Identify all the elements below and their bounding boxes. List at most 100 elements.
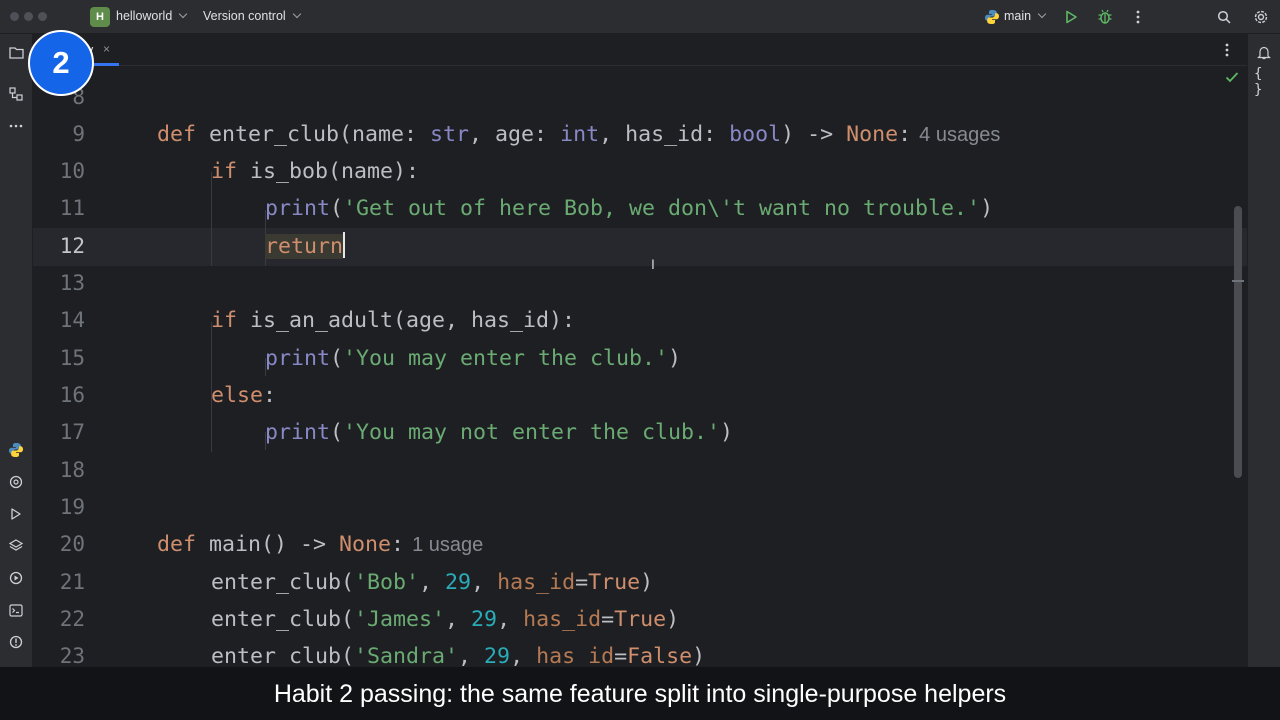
code-text: def main() -> None: 1 usage [157,526,483,564]
code-token: ) [980,196,994,221]
project-badge[interactable]: H [90,7,110,27]
code-token: : [391,532,405,557]
code-line: 12 return [33,228,1247,265]
project-folder-icon[interactable] [6,42,26,62]
usage-hint[interactable]: 4 usages [919,124,1000,146]
string-literal: 'You may enter the club.' [343,346,669,371]
builtin-type: bool [729,122,782,147]
more-icon[interactable] [1128,7,1148,27]
window-close-button[interactable] [10,12,19,21]
code-token: ( [330,420,344,445]
code-token: is_an_adult(age, has_id): [237,308,576,333]
close-icon[interactable]: × [103,42,110,56]
code-text: print('You may not enter the club.') [265,414,733,451]
code-token: ) [640,570,654,595]
line-number: 18 [59,458,85,482]
code-token: ) [720,420,734,445]
usage-hint[interactable]: 1 usage [412,534,483,556]
vcs-selector[interactable]: Version control [203,9,301,23]
builtin-function: print [265,196,331,221]
debug-icon[interactable] [1095,7,1115,27]
json-braces-icon[interactable]: { } [1254,66,1274,98]
code-line: 10 if is_bob(name): [33,153,1247,190]
code-line: 23 enter_club('Sandra', 29, has_id=False… [33,638,1247,667]
window-zoom-button[interactable] [38,12,47,21]
code-token: , [510,644,537,667]
run-icon[interactable] [1061,7,1081,27]
line-number: 19 [59,495,85,519]
line-number: 15 [59,346,85,370]
run-tool-icon[interactable] [6,504,26,524]
string-literal: 'You may not enter the club.' [343,420,721,445]
named-argument: has_id [536,644,615,667]
string-literal: 'Sandra' [354,644,459,667]
code-token: , [419,570,446,595]
problems-icon[interactable] [6,632,26,652]
line-number: 12 [59,234,85,258]
python-console-icon[interactable] [6,440,26,460]
structure-icon[interactable] [6,84,26,104]
code-line: 20 def main() -> None: 1 usage [33,526,1247,563]
code-line: 19 [33,489,1247,526]
layers-icon[interactable] [6,536,26,556]
code-line: 21 enter_club('Bob', 29, has_id=True) [33,564,1247,601]
search-icon[interactable] [1214,7,1234,27]
editor-tab-bar: y × [33,34,1247,66]
window-minimize-button[interactable] [24,12,33,21]
line-number: 10 [59,159,85,183]
code-line: 8 [33,79,1247,116]
line-number: 16 [59,383,85,407]
code-token: ) [692,644,706,667]
keyword: def [157,122,197,147]
code-editor[interactable]: 8 9 def enter_club(name: str, age: int, … [33,66,1247,667]
step-number-badge: 2 [28,30,94,96]
branch-selector[interactable]: main [1004,9,1047,23]
code-token: , [497,607,524,632]
tab-options-icon[interactable] [1217,40,1237,60]
code-line: 18 [33,452,1247,489]
check-icon[interactable] [1225,70,1239,88]
keyword: None [339,532,392,557]
code-line: 15 print('You may enter the club.') [33,340,1247,377]
branch-name: main [1004,9,1032,23]
string-literal: 'James' [354,607,446,632]
number-literal: 29 [471,607,498,632]
code-text: return [265,228,346,265]
services-icon[interactable] [6,568,26,588]
keyword: True [588,570,641,595]
code-token: = [601,607,615,632]
number-literal: 29 [445,570,472,595]
code-token: : [898,122,912,147]
code-token: , [445,607,472,632]
line-number: 22 [59,607,85,631]
python-icon [982,7,1002,27]
title-bar: H helloworld Version control main [0,0,1280,34]
code-token: ( [330,346,344,371]
builtin-function: print [265,420,331,445]
code-line: 11 print('Get out of here Bob, we don\'t… [33,190,1247,227]
notifications-bell-icon[interactable] [1254,42,1274,62]
code-line: 13 [33,265,1247,302]
python-packages-icon[interactable] [6,472,26,492]
code-token: ) [668,346,682,371]
code-line: 14 if is_an_adult(age, has_id): [33,302,1247,339]
vertical-scrollbar[interactable] [1234,206,1242,478]
code-text: enter_club('Bob', 29, has_id=True) [211,564,653,601]
line-number: 21 [59,570,85,594]
vcs-label: Version control [203,9,286,23]
code-token: is_bob(name): [237,159,420,184]
settings-icon[interactable] [1251,7,1271,27]
project-selector[interactable]: helloworld [116,9,188,23]
chevron-down-icon [179,9,188,19]
code-line: 9 def enter_club(name: str, age: int, ha… [33,116,1247,153]
keyword: else [211,383,264,408]
code-text: enter_club('Sandra', 29, has_id=False) [211,638,705,667]
code-token: , [458,644,485,667]
right-tool-strip: { } [1247,34,1280,720]
line-number: 14 [59,308,85,332]
more-tools-icon[interactable] [6,116,26,136]
line-number: 9 [72,122,85,146]
line-number: 23 [59,644,85,667]
chevron-down-icon [292,9,301,19]
terminal-icon[interactable] [6,600,26,620]
